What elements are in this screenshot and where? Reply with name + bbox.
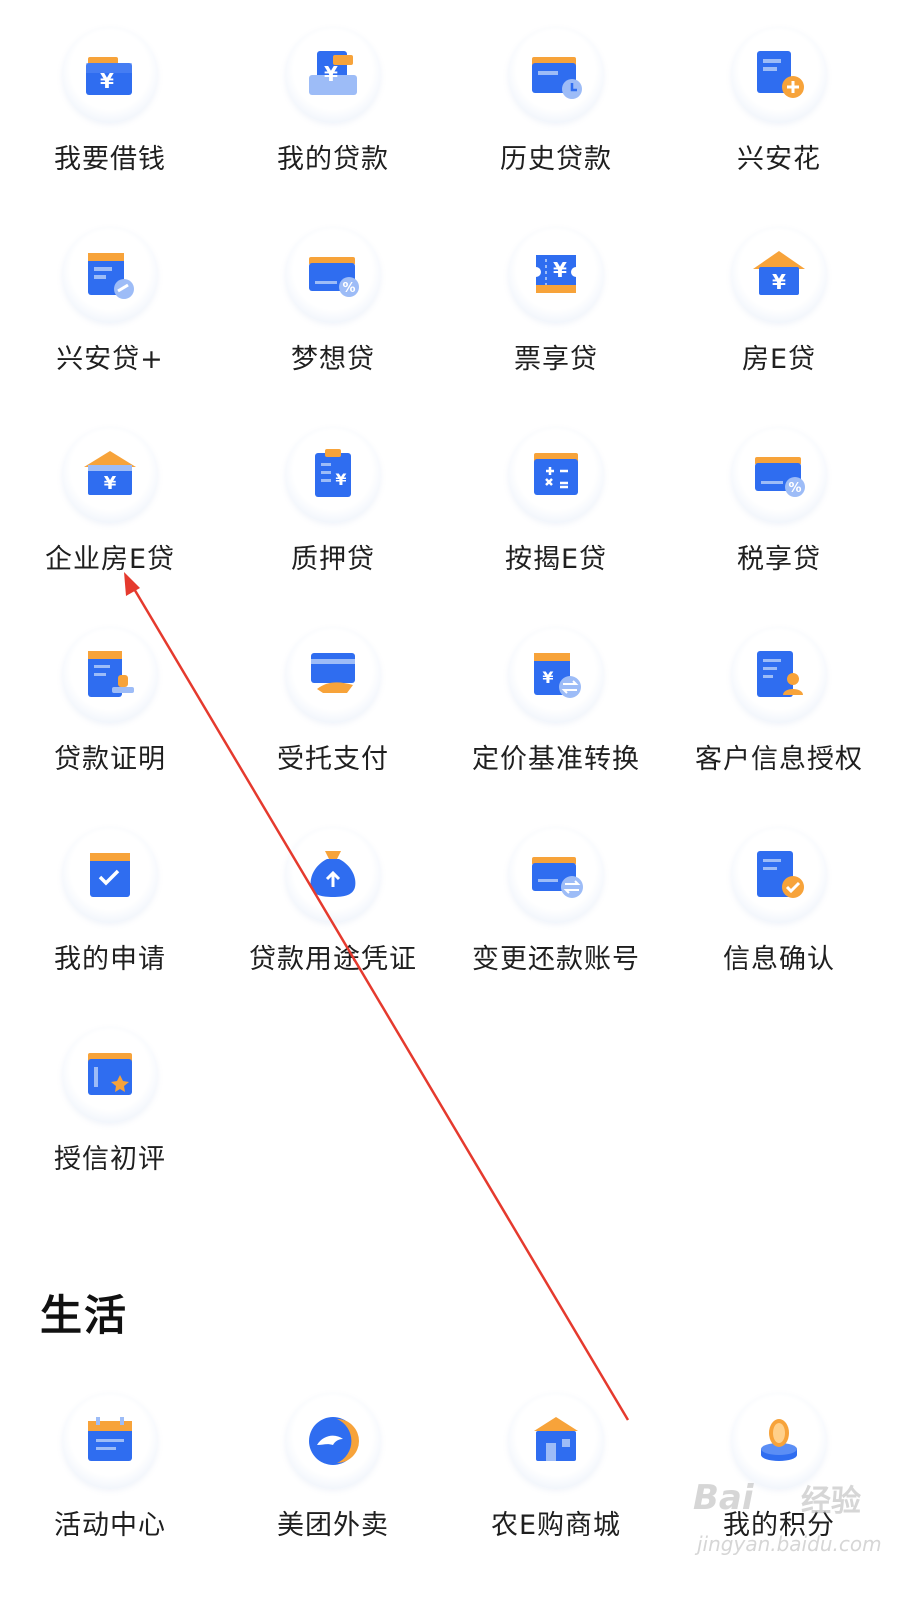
loan-item-change-account[interactable]: 变更还款账号 (456, 827, 656, 977)
loan-item-label: 我的申请 (54, 944, 166, 975)
shop-icon (508, 1393, 604, 1489)
check-document-icon (731, 827, 827, 923)
yuan-folder-icon: ¥ (62, 27, 158, 123)
checklist-icon (62, 827, 158, 923)
baidu-jingyan-watermark: Bai 经验 jingyan.baidu.com (693, 1470, 882, 1580)
loan-item-label: 我的贷款 (277, 144, 389, 175)
yuan-ticket-icon: ¥ (508, 227, 604, 323)
star-folder-icon (62, 1027, 158, 1123)
loan-item-fangedai[interactable]: ¥ 房E贷 (679, 227, 879, 377)
loan-item-label: 兴安贷+ (56, 344, 164, 375)
loan-item-label: 按揭E贷 (504, 544, 608, 575)
svg-text:%: % (788, 481, 801, 496)
svg-text:¥: ¥ (104, 473, 117, 494)
calculator-folder-icon (508, 427, 604, 523)
percent-card-icon: % (731, 427, 827, 523)
loan-item-label: 兴安花 (737, 144, 821, 175)
life-item-activity-center[interactable]: 活动中心 (10, 1393, 210, 1543)
life-item-label: 活动中心 (54, 1510, 166, 1541)
money-bag-icon (285, 827, 381, 923)
watermark-url: jingyan.baidu.com (697, 1532, 882, 1556)
svg-text:¥: ¥ (335, 470, 346, 489)
clock-folder-icon (508, 27, 604, 123)
loan-item-label: 历史贷款 (500, 144, 612, 175)
calendar-icon (62, 1393, 158, 1489)
life-section-title: 生活 (40, 1291, 129, 1340)
loan-item-label: 税享贷 (737, 544, 821, 575)
loan-item-label: 贷款用途凭证 (249, 944, 417, 975)
loan-item-shuixiangdai[interactable]: % 税享贷 (679, 427, 879, 577)
loan-item-purpose-voucher[interactable]: 贷款用途凭证 (233, 827, 433, 977)
loan-item-my-loans[interactable]: ¥ 我的贷款 (233, 27, 433, 177)
svg-text:¥: ¥ (553, 258, 567, 282)
user-document-icon (731, 627, 827, 723)
watermark-cn-text: 经验 (801, 1484, 861, 1519)
loan-item-label: 受托支付 (277, 744, 389, 775)
svg-text:¥: ¥ (542, 668, 553, 687)
exchange-document-icon: ¥ (508, 627, 604, 723)
loan-item-label: 变更还款账号 (472, 944, 640, 975)
yuan-house-icon: ¥ (731, 227, 827, 323)
document-plus-icon (731, 27, 827, 123)
loan-item-xinganhua[interactable]: 兴安花 (679, 27, 879, 177)
loan-item-label: 定价基准转换 (472, 744, 640, 775)
loan-item-entrusted-payment[interactable]: 受托支付 (233, 627, 433, 777)
svg-text:¥: ¥ (324, 62, 338, 86)
loan-item-xingandai-plus[interactable]: 兴安贷+ (10, 227, 210, 377)
document-pen-icon (62, 227, 158, 323)
yuan-clipboard-icon: ¥ (285, 427, 381, 523)
loan-item-label: 梦想贷 (291, 344, 375, 375)
life-item-label: 农E购商城 (490, 1510, 622, 1541)
svg-text:%: % (342, 281, 355, 296)
loan-item-my-applications[interactable]: 我的申请 (10, 827, 210, 977)
loan-item-label: 信息确认 (723, 944, 835, 975)
loan-item-label: 房E贷 (741, 344, 817, 375)
loan-item-label: 企业房E贷 (44, 544, 176, 575)
loan-item-label: 客户信息授权 (695, 744, 863, 775)
loan-item-customer-authorization[interactable]: 客户信息授权 (679, 627, 879, 777)
exchange-card-icon (508, 827, 604, 923)
loan-item-enterprise-fangedai[interactable]: ¥ 企业房E贷 (10, 427, 210, 577)
life-item-nonge-mall[interactable]: 农E购商城 (456, 1393, 656, 1543)
loan-item-mengxiangdai[interactable]: % 梦想贷 (233, 227, 433, 377)
loan-item-zhiyadai[interactable]: ¥ 质押贷 (233, 427, 433, 577)
loan-item-label: 质押贷 (291, 544, 375, 575)
loan-item-label: 贷款证明 (54, 744, 166, 775)
loan-item-label: 票享贷 (514, 344, 598, 375)
loan-item-piaoxiangdai[interactable]: ¥ 票享贷 (456, 227, 656, 377)
svg-text:¥: ¥ (772, 270, 786, 294)
yuan-document-icon: ¥ (285, 27, 381, 123)
loan-item-anjiedai[interactable]: 按揭E贷 (456, 427, 656, 577)
enterprise-house-icon: ¥ (62, 427, 158, 523)
svg-text:¥: ¥ (100, 69, 114, 93)
loan-item-label: 我要借钱 (54, 144, 166, 175)
loan-item-credit-evaluation[interactable]: 授信初评 (10, 1027, 210, 1177)
life-item-meituan[interactable]: 美团外卖 (233, 1393, 433, 1543)
loan-item-loan-certificate[interactable]: 贷款证明 (10, 627, 210, 777)
loan-item-info-confirm[interactable]: 信息确认 (679, 827, 879, 977)
watermark-logo-text: Bai (693, 1478, 754, 1518)
hand-card-icon (285, 627, 381, 723)
stamp-document-icon (62, 627, 158, 723)
loan-item-borrow[interactable]: ¥ 我要借钱 (10, 27, 210, 177)
life-item-label: 美团外卖 (277, 1510, 389, 1541)
loan-item-pricing-benchmark[interactable]: ¥ 定价基准转换 (456, 627, 656, 777)
percent-card-icon: % (285, 227, 381, 323)
loan-item-label: 授信初评 (54, 1144, 166, 1175)
meituan-kangaroo-icon (285, 1393, 381, 1489)
loan-item-history[interactable]: 历史贷款 (456, 27, 656, 177)
